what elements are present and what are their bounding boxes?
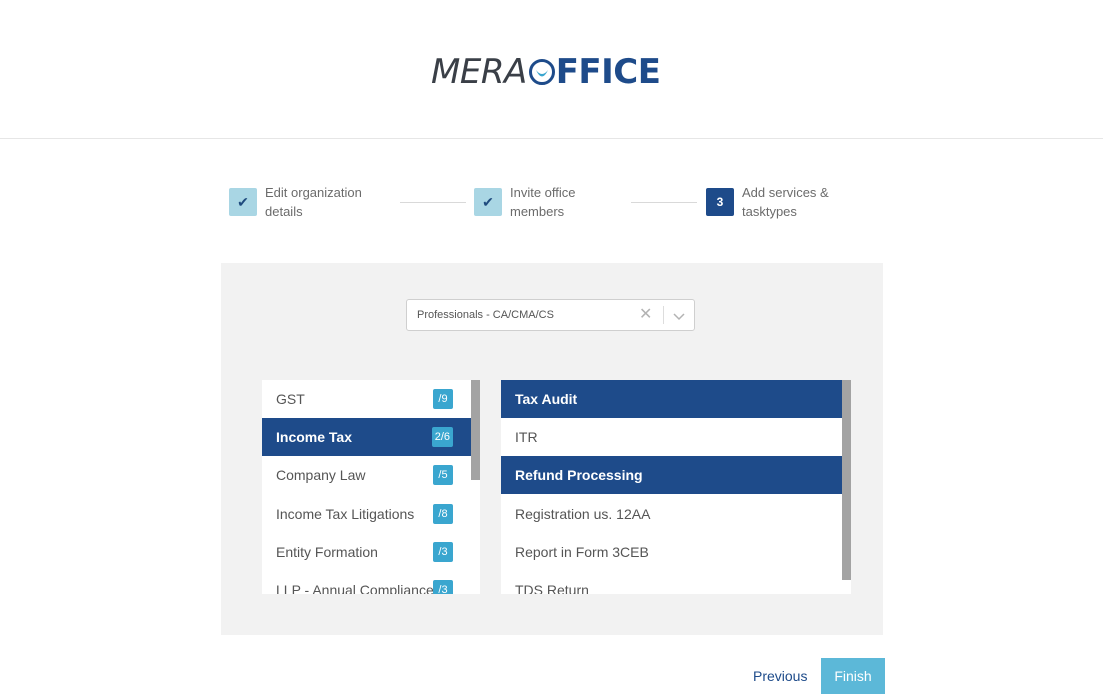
step-connector <box>631 202 697 203</box>
profession-select[interactable]: Professionals - CA/CMA/CS ✕ <box>406 299 695 331</box>
service-label: Company Law <box>276 467 366 483</box>
profession-select-value: Professionals - CA/CMA/CS <box>417 309 554 321</box>
tasktypes-scrollbar[interactable] <box>842 380 851 580</box>
tasktype-item-tds-return[interactable]: TDS Return <box>501 571 842 594</box>
logo-text-office: FFICE <box>555 52 661 92</box>
services-list: GST /9 Income Tax 2/6 Company Law /5 Inc… <box>262 380 480 594</box>
tasktype-label: Registration us. 12AA <box>515 506 651 522</box>
service-label: GST <box>276 391 305 407</box>
tasktype-item-form-3ceb[interactable]: Report in Form 3CEB <box>501 533 842 571</box>
service-count-badge: /5 <box>433 465 453 485</box>
step-add-services: 3 Add services & tasktypes <box>706 183 842 221</box>
services-panel: Professionals - CA/CMA/CS ✕ GST /9 Incom… <box>221 263 883 635</box>
service-label: Income Tax Litigations <box>276 506 415 522</box>
tasktype-item-refund-processing[interactable]: Refund Processing <box>501 456 842 494</box>
tasktype-label: Tax Audit <box>515 391 578 407</box>
step-3-number: 3 <box>706 188 734 216</box>
chevron-down-icon[interactable] <box>671 308 687 324</box>
step-invite-members: ✔ Invite office members <box>474 183 600 221</box>
close-icon[interactable]: ✕ <box>639 306 652 324</box>
service-label: LLP - Annual Compliance <box>276 582 434 594</box>
meraoffice-logo: MERA FFICE <box>431 52 661 92</box>
tasktype-label: Report in Form 3CEB <box>515 544 649 560</box>
service-count-badge: /3 <box>433 542 453 562</box>
tasktype-label: ITR <box>515 429 538 445</box>
tasktype-item-itr[interactable]: ITR <box>501 418 842 456</box>
service-count-badge: /9 <box>433 389 453 409</box>
step-1-label: Edit organization details <box>265 185 362 219</box>
service-item-income-tax-litigations[interactable]: Income Tax Litigations /8 <box>262 495 471 533</box>
service-count-badge: 2/6 <box>431 427 453 447</box>
tasktype-item-registration-12aa[interactable]: Registration us. 12AA <box>501 495 842 533</box>
logo-text-mera: MERA <box>431 52 527 92</box>
step-2-label: Invite office members <box>510 185 576 219</box>
service-count-badge: /8 <box>433 504 453 524</box>
service-item-gst[interactable]: GST /9 <box>262 380 471 418</box>
tasktype-label: TDS Return <box>515 582 589 594</box>
services-scrollbar[interactable] <box>471 380 480 480</box>
header: MERA FFICE <box>0 0 1103 139</box>
logo-o-icon <box>528 59 555 85</box>
setup-stepper: ✔ Edit organization details ✔ Invite off… <box>229 183 889 233</box>
previous-button[interactable]: Previous <box>745 659 815 693</box>
service-label: Entity Formation <box>276 544 378 560</box>
tasktype-label: Refund Processing <box>515 467 643 483</box>
step-1-check-icon: ✔ <box>229 188 257 216</box>
step-connector <box>400 202 466 203</box>
service-item-company-law[interactable]: Company Law /5 <box>262 456 471 494</box>
service-item-income-tax[interactable]: Income Tax 2/6 <box>262 418 471 456</box>
step-3-label: Add services & tasktypes <box>742 185 829 219</box>
step-2-check-icon: ✔ <box>474 188 502 216</box>
service-item-entity-formation[interactable]: Entity Formation /3 <box>262 533 471 571</box>
tasktype-item-tax-audit[interactable]: Tax Audit <box>501 380 842 418</box>
select-separator <box>663 306 664 324</box>
service-item-llp-annual-compliance[interactable]: LLP - Annual Compliance /3 <box>262 571 471 594</box>
tasktypes-list: Tax Audit ITR Refund Processing Registra… <box>501 380 851 594</box>
service-count-badge: /3 <box>433 580 453 594</box>
step-edit-organization: ✔ Edit organization details <box>229 183 385 221</box>
finish-button[interactable]: Finish <box>821 658 885 694</box>
service-label: Income Tax <box>276 429 352 445</box>
